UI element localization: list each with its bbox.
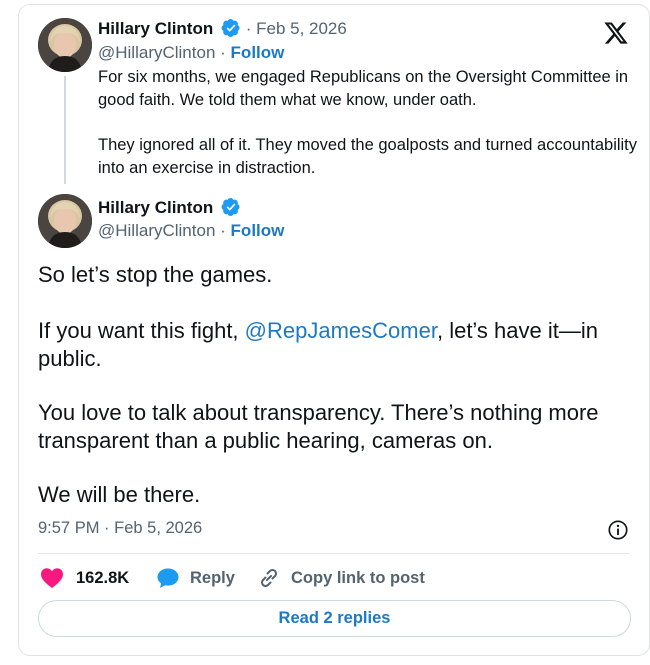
post-time[interactable]: 9:57 PM	[38, 519, 99, 537]
post-timestamp[interactable]: 9:57 PM · Feb 5, 2026	[38, 519, 202, 538]
link-icon	[260, 568, 278, 588]
read-replies-button[interactable]: Read 2 replies	[38, 600, 631, 637]
thread-connector-line	[64, 76, 66, 184]
separator-dot: ·	[220, 221, 226, 240]
read-replies-label: Read 2 replies	[278, 609, 391, 627]
avatar[interactable]	[38, 194, 92, 248]
reply-button[interactable]: Reply	[156, 565, 235, 591]
tweet-text-span: If you want this fight,	[38, 318, 245, 343]
follow-button[interactable]: Follow	[231, 43, 285, 62]
quoted-tweet-paragraph: For six months, we engaged Republicans o…	[98, 68, 629, 109]
main-tweet-header: Hillary Clinton	[98, 197, 241, 219]
mention-link[interactable]: @RepJamesComer	[245, 318, 437, 343]
like-button[interactable]: 162.8K	[40, 565, 129, 591]
author-name[interactable]: Hillary Clinton	[98, 198, 213, 217]
main-tweet-handle-row: @HillaryClinton · Follow	[98, 220, 284, 242]
info-icon[interactable]	[607, 519, 629, 541]
post-date[interactable]: Feb 5, 2026	[256, 19, 347, 38]
quoted-tweet-paragraph: They ignored all of it. They moved the g…	[98, 136, 638, 177]
author-name[interactable]: Hillary Clinton	[98, 19, 213, 38]
separator-dot: ·	[220, 43, 226, 62]
follow-button[interactable]: Follow	[231, 221, 285, 240]
author-handle[interactable]: @HillaryClinton	[98, 43, 215, 62]
quoted-tweet-handle-row: @HillaryClinton · Follow	[98, 42, 284, 64]
tweet-paragraph: We will be there.	[38, 482, 201, 507]
post-date[interactable]: Feb 5, 2026	[114, 519, 202, 537]
author-handle[interactable]: @HillaryClinton	[98, 221, 215, 240]
reply-bubble-icon	[157, 568, 179, 588]
copy-link-label: Copy link to post	[291, 568, 425, 587]
verified-badge-icon	[221, 198, 240, 216]
copy-link-button[interactable]: Copy link to post	[257, 565, 425, 591]
like-count: 162.8K	[76, 568, 130, 587]
tweet-paragraph: So let’s stop the games.	[38, 262, 273, 287]
separator-dot: ·	[104, 519, 110, 537]
separator-dot: ·	[245, 19, 252, 38]
tweet-paragraph: If you want this fight, @RepJamesComer, …	[38, 317, 638, 373]
divider	[38, 553, 630, 554]
reply-label: Reply	[190, 568, 235, 587]
verified-badge-icon	[221, 19, 240, 37]
tweet-paragraph: You love to talk about transparency. The…	[38, 400, 599, 453]
heart-icon	[41, 568, 63, 588]
quoted-tweet-header: Hillary Clinton · Feb 5, 2026	[98, 18, 347, 40]
avatar[interactable]	[38, 18, 92, 72]
x-logo-icon[interactable]	[603, 20, 629, 46]
